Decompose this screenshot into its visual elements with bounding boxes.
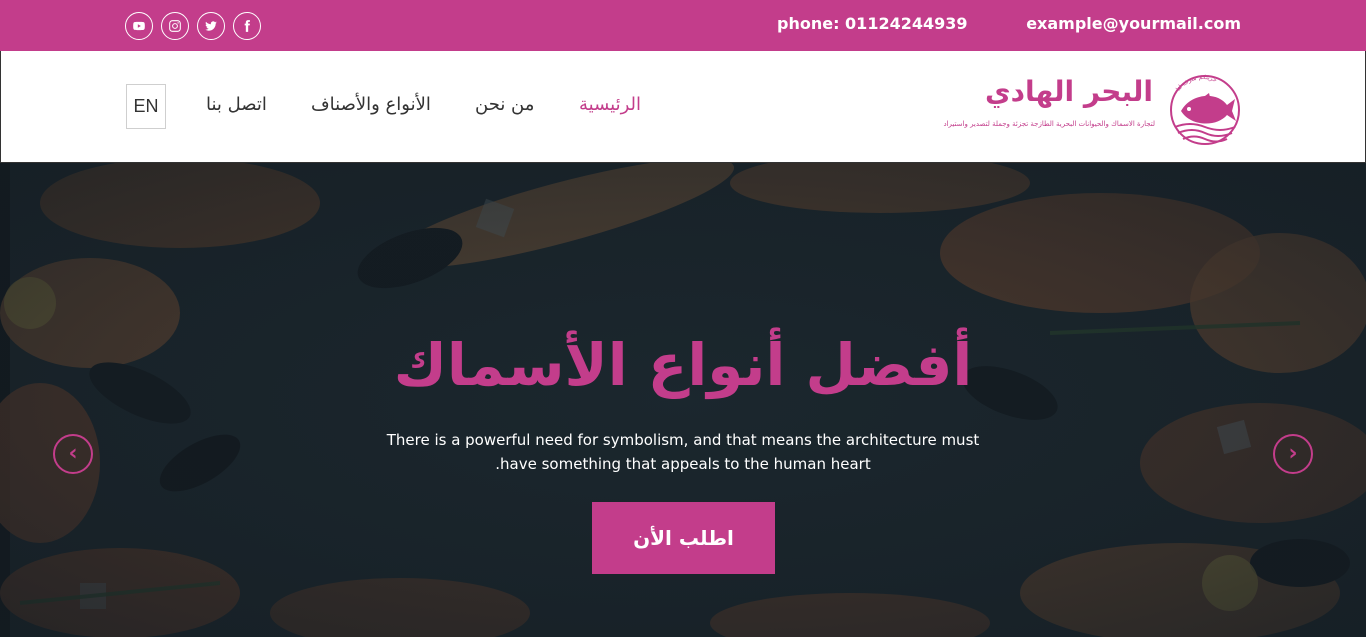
youtube-icon[interactable] bbox=[125, 12, 153, 40]
hero-description-line-2: .have something that appeals to the huma… bbox=[495, 455, 871, 473]
logo-ring-text: جربتكم شرف لنا bbox=[1175, 74, 1218, 93]
instagram-icon[interactable] bbox=[161, 12, 189, 40]
logo-subtitle: لتجارة الاسماك والحيوانات البحرية الطازج… bbox=[943, 120, 1156, 128]
nav-link-about[interactable]: من نحن bbox=[475, 94, 534, 115]
top-bar: phone: 01124244939 example@yourmail.com bbox=[0, 0, 1366, 51]
site-logo[interactable]: البحر الهادي لتجارة الاسماك والحيوانات ا… bbox=[944, 71, 1241, 146]
hero-slider: ‹ › أفضل أنواع الأسماك There is a powerf… bbox=[0, 163, 1366, 637]
phone-number: phone: 01124244939 bbox=[777, 14, 968, 33]
language-switch-button[interactable]: EN bbox=[126, 84, 166, 129]
slider-prev-button[interactable]: ‹ bbox=[53, 434, 93, 474]
main-navbar: EN اتصل بنا الأنواع والأصناف من نحن الرئ… bbox=[0, 51, 1366, 163]
hero-description: There is a powerful need for symbolism, … bbox=[370, 428, 996, 476]
slider-next-button[interactable]: › bbox=[1273, 434, 1313, 474]
email-address[interactable]: example@yourmail.com bbox=[1026, 14, 1241, 33]
hero-description-line-1: There is a powerful need for symbolism, … bbox=[386, 431, 980, 449]
svg-text:جربتكم شرف لنا: جربتكم شرف لنا bbox=[1175, 74, 1218, 93]
hero-title: أفضل أنواع الأسماك bbox=[393, 331, 973, 399]
social-links bbox=[125, 12, 261, 40]
nav-link-contact[interactable]: اتصل بنا bbox=[206, 94, 267, 115]
nav-link-home[interactable]: الرئيسية bbox=[579, 94, 641, 115]
facebook-icon[interactable] bbox=[233, 12, 261, 40]
fish-logo-icon: جربتكم شرف لنا bbox=[1170, 74, 1240, 145]
twitter-icon[interactable] bbox=[197, 12, 225, 40]
order-now-button[interactable]: اطلب الأن bbox=[592, 502, 775, 574]
logo-title: البحر الهادي bbox=[984, 75, 1153, 108]
nav-link-types[interactable]: الأنواع والأصناف bbox=[311, 94, 431, 115]
